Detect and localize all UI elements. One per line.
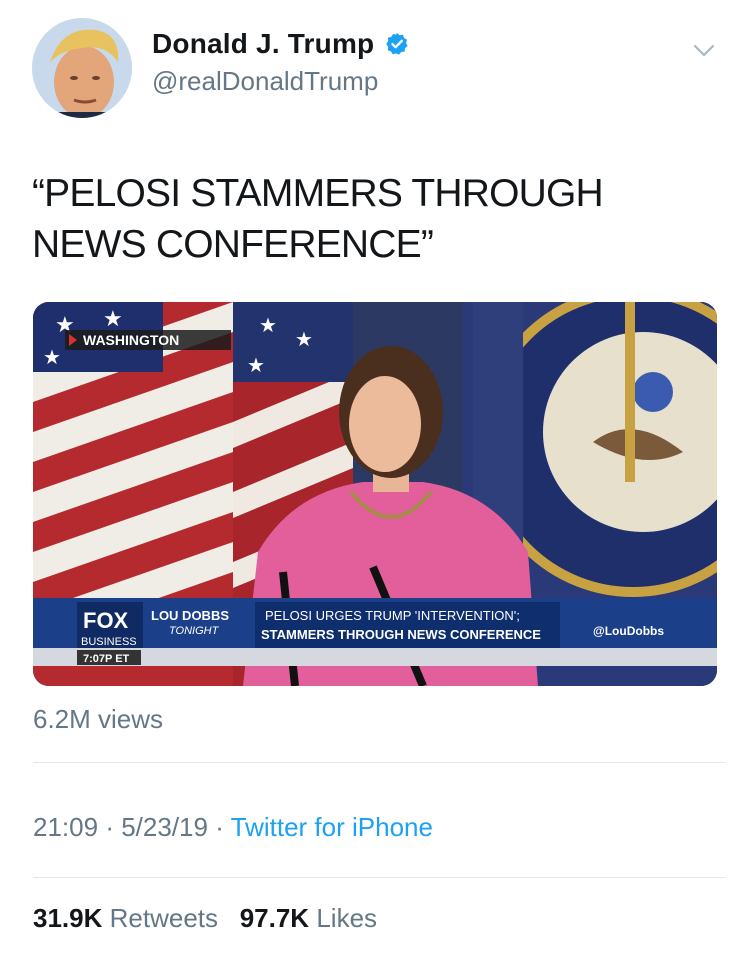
tweet-time: 21:09: [33, 812, 99, 842]
display-name[interactable]: Donald J. Trump: [152, 28, 374, 60]
tweet-stats: 31.9K Retweets 97.7K Likes: [33, 903, 377, 934]
svg-text:★: ★: [43, 347, 61, 369]
likes-stat[interactable]: 97.7K Likes: [240, 903, 377, 933]
headline-line-2: STAMMERS THROUGH NEWS CONFERENCE: [261, 627, 541, 642]
news-chyron: FOX BUSINESS 7:07P ET LOU DOBBS TONIGHT …: [33, 598, 717, 666]
tweet-source-link[interactable]: Twitter for iPhone: [231, 812, 433, 842]
network-logo: FOX: [83, 608, 129, 633]
tweet-text-line-1: “PELOSI STAMMERS THROUGH: [32, 172, 604, 215]
show-name-2: TONIGHT: [169, 625, 220, 637]
author-names: Donald J. Trump @realDonaldTrump: [152, 28, 409, 97]
chevron-down-icon[interactable]: [693, 44, 715, 58]
show-name-1: LOU DOBBS: [151, 608, 229, 623]
tweet-date: 5/23/19: [121, 812, 208, 842]
svg-text:★: ★: [295, 329, 313, 351]
retweets-stat[interactable]: 31.9K Retweets: [33, 903, 225, 933]
divider-2: [33, 877, 725, 878]
divider-1: [33, 762, 725, 763]
author-handle[interactable]: @realDonaldTrump: [152, 66, 409, 97]
tweet-meta: 21:09 · 5/23/19 · Twitter for iPhone: [33, 812, 433, 843]
tweet-text: “PELOSI STAMMERS THROUGH NEWS CONFERENCE…: [32, 168, 722, 270]
network-sub: BUSINESS: [81, 636, 137, 648]
svg-text:★: ★: [247, 355, 265, 377]
verified-badge-icon: [385, 32, 409, 56]
tweet-header: Donald J. Trump @realDonaldTrump: [32, 18, 729, 118]
likes-label: Likes: [316, 903, 378, 933]
tweet-text-line-2: NEWS CONFERENCE”: [32, 223, 434, 266]
avatar[interactable]: [32, 18, 132, 118]
show-twitter-handle: @LouDobbs: [593, 624, 664, 638]
meta-separator-2: ·: [215, 812, 224, 842]
likes-count: 97.7K: [239, 903, 310, 933]
svg-text:★: ★: [103, 306, 123, 331]
view-count: 6.2M views: [33, 704, 164, 734]
retweets-count: 31.9K: [33, 903, 103, 933]
headline-line-1: PELOSI URGES TRUMP 'INTERVENTION';: [265, 608, 520, 623]
svg-text:★: ★: [259, 315, 277, 337]
broadcast-time: 7:07P ET: [83, 653, 130, 665]
retweets-label: Retweets: [109, 903, 219, 933]
location-tag: WASHINGTON: [65, 330, 231, 350]
meta-separator-1: ·: [105, 812, 114, 842]
location-tag-text: WASHINGTON: [83, 332, 179, 348]
video-frame: ★ ★ ★ ★ ★ ★ WASHINGTON FOX BUSINESS 7:07…: [33, 302, 717, 686]
video-player[interactable]: ★ ★ ★ ★ ★ ★ WASHINGTON FOX BUSINESS 7:07…: [33, 302, 717, 686]
